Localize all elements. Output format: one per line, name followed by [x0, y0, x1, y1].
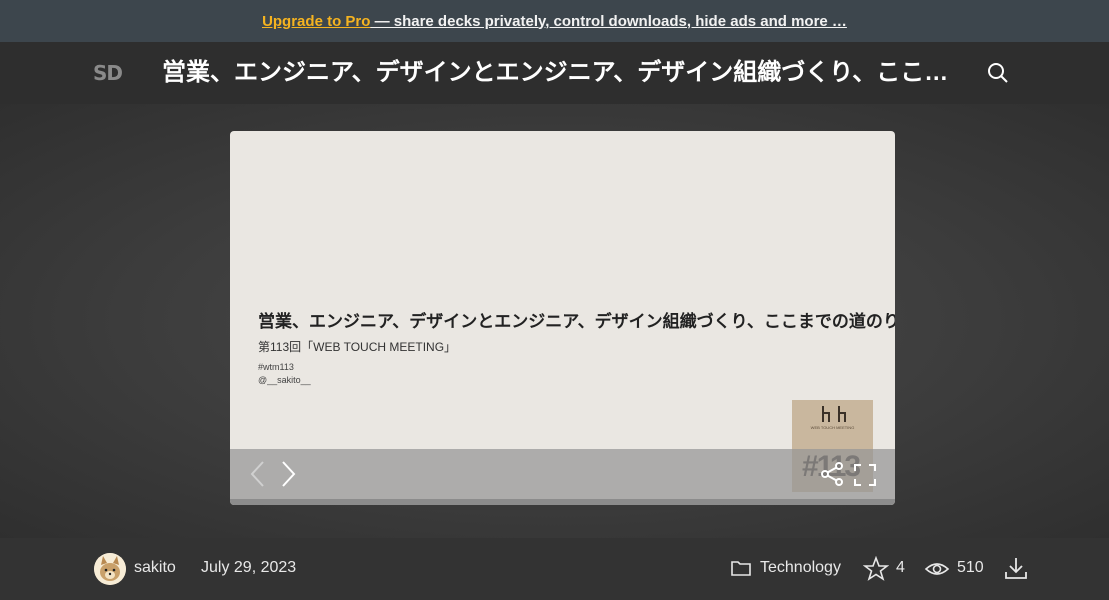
folder-icon [730, 558, 752, 578]
slide-controls [230, 449, 895, 499]
slide-handle: @__sakito__ [258, 375, 311, 385]
eye-icon [924, 557, 950, 581]
page-title: 営業、エンジニア、デザインとエンジニア、デザイン組織づくり、ここまでの道のり [162, 59, 952, 86]
slide-subtitle: 第113回「WEB TOUCH MEETING」 [258, 340, 457, 354]
fullscreen-icon[interactable] [853, 463, 877, 487]
chevron-right-icon[interactable] [278, 459, 298, 489]
share-icon[interactable] [819, 461, 845, 487]
search-icon[interactable] [987, 62, 1009, 84]
thumbnail-caption: WEB TOUCH MEETING [810, 425, 855, 430]
publish-date: July 29, 2023 [201, 559, 297, 576]
chevron-left-icon[interactable] [248, 459, 268, 489]
slide-viewer[interactable]: 営業、エンジニア、デザインとエンジニア、デザイン組織づくり、ここまでの道のり 第… [230, 131, 895, 505]
upgrade-banner: Upgrade to Pro — share decks privately, … [0, 0, 1109, 42]
slide-progress-bar[interactable] [230, 499, 895, 505]
speakerdeck-logo[interactable]: SD [93, 62, 127, 84]
download-icon[interactable] [1003, 555, 1029, 581]
header: SD 営業、エンジニア、デザインとエンジニア、デザイン組織づくり、ここまでの道の… [0, 42, 1109, 104]
slide-stage: 営業、エンジニア、デザインとエンジニア、デザイン組織づくり、ここまでの道のり 第… [0, 104, 1109, 538]
avatar[interactable] [94, 553, 126, 585]
slide-title: 営業、エンジニア、デザインとエンジニア、デザイン組織づくり、ここまでの道のり [258, 312, 895, 331]
view-count: 510 [957, 559, 984, 576]
chairs-icon [822, 406, 846, 422]
star-count: 4 [896, 559, 905, 576]
author-name[interactable]: sakito [134, 559, 176, 577]
slide-hashtag: #wtm113 [258, 362, 294, 372]
upgrade-text[interactable]: — share decks privately, control downloa… [370, 13, 847, 30]
category-link[interactable]: Technology [760, 559, 841, 577]
upgrade-link[interactable]: Upgrade to Pro — share decks privately, … [262, 13, 847, 30]
deck-footer: sakito July 29, 2023 Technology 4 510 [0, 538, 1109, 600]
star-icon[interactable] [862, 555, 890, 582]
upgrade-pro-label[interactable]: Upgrade to Pro [262, 13, 370, 30]
